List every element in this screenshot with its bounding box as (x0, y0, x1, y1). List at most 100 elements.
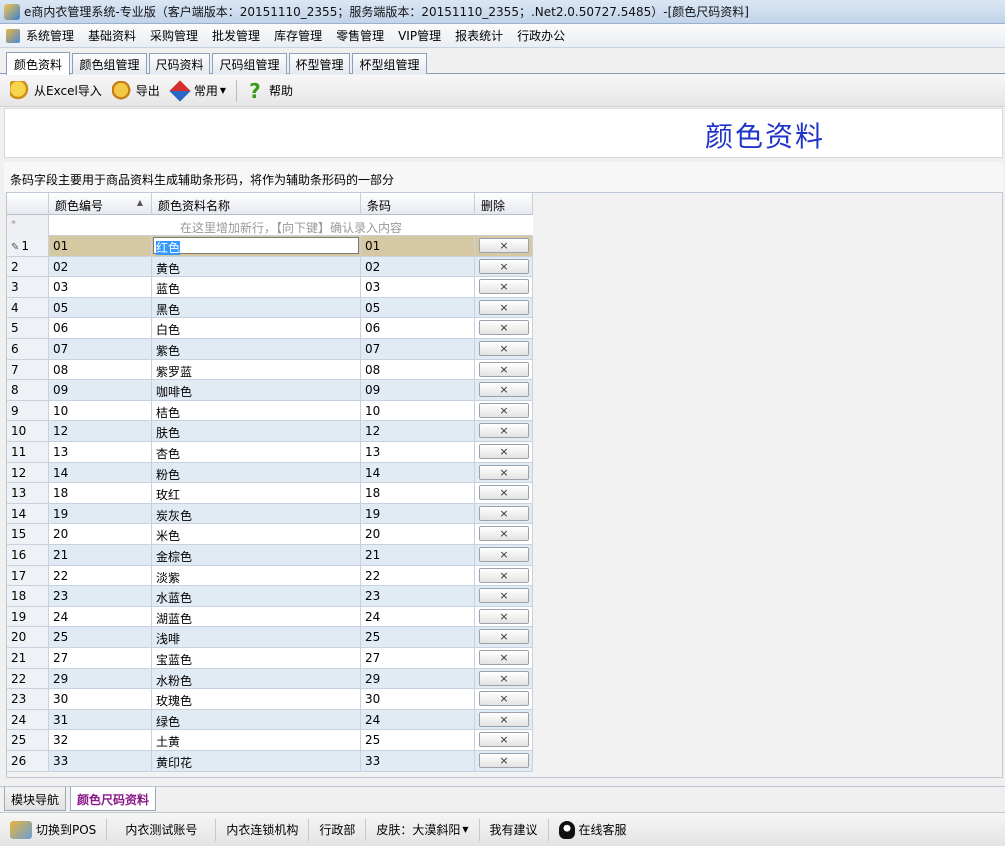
column-header-barcode[interactable]: 条码 (361, 193, 475, 215)
cell-color-name[interactable]: 玫红 (152, 483, 361, 503)
cell-color-code[interactable]: 29 (49, 668, 152, 689)
delete-row-button[interactable]: × (479, 629, 529, 645)
delete-row-button[interactable]: × (479, 732, 529, 748)
cell-color-code[interactable]: 09 (49, 380, 152, 400)
delete-row-button[interactable]: × (479, 382, 529, 398)
cell-barcode[interactable]: 29 (361, 668, 475, 689)
menu-inventory[interactable]: 库存管理 (274, 27, 330, 44)
delete-row-button[interactable]: × (479, 505, 529, 521)
delete-row-button[interactable]: × (479, 238, 529, 253)
delete-row-button[interactable]: × (479, 567, 529, 583)
cell-color-name[interactable]: 黑色 (152, 297, 361, 318)
cell-color-name[interactable]: 肤色 (152, 421, 361, 441)
switch-to-pos-button[interactable]: 切换到POS (0, 818, 108, 841)
cell-color-code[interactable]: 23 (49, 586, 152, 606)
delete-row-button[interactable]: × (479, 650, 529, 665)
delete-row-button[interactable]: × (479, 423, 529, 439)
delete-row-button[interactable]: × (479, 670, 529, 686)
cell-color-name[interactable]: 土黄 (152, 730, 361, 750)
cell-color-code[interactable]: 14 (49, 462, 152, 483)
cell-barcode[interactable]: 09 (361, 380, 475, 400)
table-row[interactable]: 26 33 黄印花 33 × (7, 751, 533, 772)
cell-color-name[interactable]: 黄色 (152, 256, 361, 277)
delete-row-button[interactable]: × (479, 444, 529, 459)
cell-color-code[interactable]: 03 (49, 277, 152, 297)
menu-basic-data[interactable]: 基础资料 (88, 27, 144, 44)
cell-color-code[interactable]: 07 (49, 339, 152, 359)
cell-color-name[interactable]: 咖啡色 (152, 380, 361, 400)
online-support-button[interactable]: 在线客服 (549, 819, 637, 841)
cell-barcode[interactable]: 33 (361, 751, 475, 771)
cell-color-code[interactable]: 20 (49, 524, 152, 544)
table-row[interactable]: 12 14 粉色 14 × (7, 462, 533, 484)
help-button[interactable]: ? 帮助 (245, 81, 293, 101)
cell-color-name[interactable]: 白色 (152, 318, 361, 338)
skin-selector[interactable]: 皮肤：大漠斜阳 ▼ (366, 818, 480, 841)
table-row[interactable]: 13 18 玫红 18 × (7, 483, 533, 504)
tab-color-size-data[interactable]: 颜色尺码资料 (70, 787, 157, 811)
cell-color-code[interactable]: 33 (49, 751, 152, 771)
new-row[interactable]: * 在这里增加新行，【向下键】确认录入内容 (7, 215, 533, 236)
cell-color-name[interactable]: 浅啡 (152, 627, 361, 647)
column-header-code[interactable]: 颜色编号 ▲ (49, 193, 152, 215)
menu-admin[interactable]: 行政办公 (517, 27, 573, 44)
cell-color-name[interactable]: 蓝色 (152, 277, 361, 297)
delete-row-button[interactable]: × (479, 485, 529, 501)
delete-row-button[interactable]: × (479, 464, 529, 480)
table-row[interactable]: 18 23 水蓝色 23 × (7, 586, 533, 607)
cell-color-code[interactable]: 12 (49, 421, 152, 441)
table-row[interactable]: 14 19 炭灰色 19 × (7, 503, 533, 525)
cell-barcode[interactable]: 24 (361, 709, 475, 730)
cell-color-code[interactable]: 10 (49, 400, 152, 421)
cell-color-name[interactable]: 淡紫 (152, 565, 361, 586)
table-row[interactable]: 25 32 土黄 25 × (7, 730, 533, 751)
cell-barcode[interactable]: 13 (361, 442, 475, 462)
cell-barcode[interactable]: 21 (361, 545, 475, 565)
cell-color-code[interactable]: 21 (49, 545, 152, 565)
cell-color-code[interactable]: 18 (49, 483, 152, 503)
cell-color-name[interactable]: 紫色 (152, 339, 361, 359)
tab-color-data[interactable]: 颜色资料 (6, 52, 70, 75)
cell-barcode[interactable]: 19 (361, 503, 475, 524)
table-row[interactable]: 8 09 咖啡色 09 × (7, 380, 533, 401)
cell-barcode[interactable]: 03 (361, 277, 475, 297)
cell-barcode[interactable]: 24 (361, 606, 475, 627)
delete-row-button[interactable]: × (479, 258, 529, 274)
cell-color-name[interactable]: 绿色 (152, 709, 361, 730)
cell-barcode[interactable]: 06 (361, 318, 475, 338)
cell-color-code[interactable]: 05 (49, 297, 152, 318)
app-menu-icon[interactable] (6, 28, 20, 43)
cell-barcode[interactable]: 25 (361, 730, 475, 750)
table-row[interactable]: 6 07 紫色 07 × (7, 339, 533, 360)
delete-row-button[interactable]: × (479, 691, 529, 707)
cell-color-code[interactable]: 01 (49, 236, 152, 256)
cell-color-code[interactable]: 30 (49, 689, 152, 709)
table-row[interactable]: 10 12 肤色 12 × (7, 421, 533, 442)
table-row-selected[interactable]: ✎ 1 01 红色 01 × (7, 236, 533, 257)
table-row[interactable]: 22 29 水粉色 29 × (7, 668, 533, 690)
cell-color-name[interactable]: 炭灰色 (152, 503, 361, 524)
cell-barcode[interactable]: 10 (361, 400, 475, 421)
table-row[interactable]: 19 24 湖蓝色 24 × (7, 606, 533, 628)
cell-barcode[interactable]: 07 (361, 339, 475, 359)
column-header-delete[interactable]: 删除 (475, 193, 533, 215)
delete-row-button[interactable]: × (479, 753, 529, 768)
menu-vip[interactable]: VIP管理 (398, 27, 449, 44)
menu-reports[interactable]: 报表统计 (455, 27, 511, 44)
delete-row-button[interactable]: × (479, 279, 529, 295)
table-row[interactable]: 5 06 白色 06 × (7, 318, 533, 339)
delete-row-button[interactable]: × (479, 402, 529, 418)
table-row[interactable]: 2 02 黄色 02 × (7, 256, 533, 278)
menu-system[interactable]: 系统管理 (26, 27, 82, 44)
cell-color-name[interactable]: 红色 (152, 236, 361, 256)
cell-barcode[interactable]: 30 (361, 689, 475, 709)
cell-color-name[interactable]: 水粉色 (152, 668, 361, 689)
cell-color-code[interactable]: 08 (49, 359, 152, 380)
delete-row-button[interactable]: × (479, 711, 529, 727)
cell-color-name[interactable]: 米色 (152, 524, 361, 544)
delete-row-button[interactable]: × (479, 299, 529, 315)
cell-barcode[interactable]: 14 (361, 462, 475, 483)
table-row[interactable]: 7 08 紫罗蓝 08 × (7, 359, 533, 381)
cell-barcode[interactable]: 05 (361, 297, 475, 318)
import-excel-button[interactable]: 从Excel导入 (10, 80, 102, 101)
